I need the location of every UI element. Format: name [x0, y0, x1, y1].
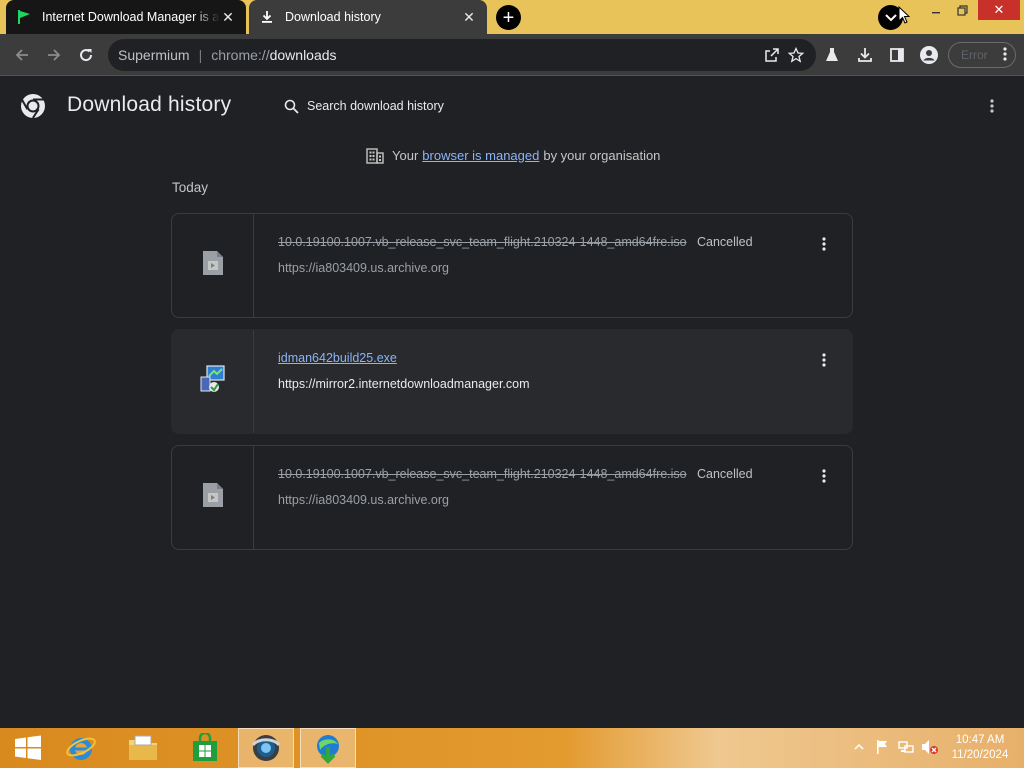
file-icon-column [172, 214, 254, 317]
side-panel-icon[interactable] [885, 43, 909, 67]
mouse-cursor-icon [898, 5, 911, 29]
menu-kebab-icon [1003, 46, 1007, 65]
download-filename: 10.0.19100.1007.vb_release_svc_team_flig… [278, 467, 687, 481]
volume-muted-icon[interactable] [921, 738, 939, 756]
download-status: Cancelled [697, 235, 753, 249]
generic-file-icon [201, 249, 225, 282]
managed-notice: Your browser is managed by your organisa… [366, 146, 660, 164]
search-downloads-input[interactable]: Search download history [270, 90, 956, 122]
tab-close-icon[interactable]: ✕ [461, 9, 477, 25]
tab-title: Internet Download Manager is a [42, 10, 220, 24]
green-flag-icon [16, 9, 32, 25]
forward-arrow-icon[interactable] [42, 43, 66, 67]
tab-download-history[interactable]: Download history ✕ [249, 0, 487, 34]
item-menu-kebab-icon[interactable] [816, 350, 832, 370]
managed-prefix: Your [392, 147, 419, 163]
labs-flask-icon[interactable] [820, 43, 844, 67]
download-source-url[interactable]: https://ia803409.us.archive.org [278, 493, 449, 507]
generic-file-icon [201, 481, 225, 514]
error-menu-button[interactable]: Error [948, 42, 1016, 68]
managed-suffix: by your organisation [543, 147, 661, 163]
download-item: 10.0.19100.1007.vb_release_svc_team_flig… [171, 445, 853, 550]
url-scheme: chrome:// [211, 47, 270, 63]
new-tab-button[interactable]: + [496, 5, 521, 30]
address-separator: | [198, 47, 203, 63]
minimize-button[interactable] [922, 0, 950, 20]
store-icon[interactable] [177, 728, 233, 768]
network-icon[interactable] [897, 738, 915, 756]
url-host: downloads [269, 47, 337, 63]
site-name: Supermium [118, 47, 190, 63]
back-arrow-icon[interactable] [10, 43, 34, 67]
file-icon-column [172, 446, 254, 549]
idm-taskbar-icon[interactable] [300, 728, 356, 768]
tab-title: Download history [285, 10, 381, 24]
address-bar[interactable]: Supermium | chrome:// downloads [108, 39, 816, 71]
internet-explorer-icon[interactable] [53, 728, 109, 768]
item-menu-kebab-icon[interactable] [816, 466, 832, 486]
downloads-icon[interactable] [853, 43, 877, 67]
bookmark-star-icon[interactable] [788, 47, 804, 63]
page-menu-kebab-icon[interactable] [984, 96, 1000, 116]
profile-avatar-icon[interactable] [917, 43, 941, 67]
building-icon [366, 146, 384, 164]
windows-taskbar [0, 728, 1024, 768]
download-item: idman642build25.exe https://mirror2.inte… [171, 329, 853, 434]
error-label: Error [961, 48, 988, 62]
restore-button[interactable] [950, 0, 974, 20]
browser-toolbar: Supermium | chrome:// downloads Error [0, 34, 1024, 76]
supermium-browser-icon[interactable] [238, 728, 294, 768]
share-icon[interactable] [764, 47, 780, 63]
start-button[interactable] [0, 728, 56, 768]
download-source-url[interactable]: https://ia803409.us.archive.org [278, 261, 449, 275]
download-item: 10.0.19100.1007.vb_release_svc_team_flig… [171, 213, 853, 318]
download-filename: 10.0.19100.1007.vb_release_svc_team_flig… [278, 235, 687, 249]
file-icon-column [172, 330, 254, 433]
chrome-logo-icon [20, 93, 46, 119]
window-close-button[interactable]: ✕ [978, 0, 1020, 20]
browser-managed-link[interactable]: browser is managed [422, 148, 539, 163]
download-source-url[interactable]: https://mirror2.internetdownloadmanager.… [278, 377, 530, 391]
tab-strip: Internet Download Manager is a ✕ Downloa… [0, 0, 1024, 34]
download-icon [259, 9, 275, 25]
search-icon [284, 99, 299, 114]
download-status: Cancelled [697, 467, 753, 481]
clock-date: 11/20/2024 [951, 749, 1009, 761]
clock-time: 10:47 AM [955, 734, 1005, 746]
tab-idm[interactable]: Internet Download Manager is a ✕ [6, 0, 246, 34]
tab-close-icon[interactable]: ✕ [220, 9, 236, 25]
taskbar-clock[interactable]: 10:47 AM 11/20/2024 [946, 733, 1014, 763]
action-center-flag-icon[interactable] [873, 738, 891, 756]
item-menu-kebab-icon[interactable] [816, 234, 832, 254]
tray-expand-chevron-icon[interactable] [850, 738, 868, 756]
date-section-label: Today [172, 180, 209, 195]
search-placeholder: Search download history [307, 99, 444, 113]
idm-installer-icon [197, 363, 229, 400]
download-filename-link[interactable]: idman642build25.exe [278, 351, 397, 365]
reload-icon[interactable] [74, 43, 98, 67]
file-explorer-icon[interactable] [115, 728, 171, 768]
page-title: Download history [67, 93, 232, 116]
